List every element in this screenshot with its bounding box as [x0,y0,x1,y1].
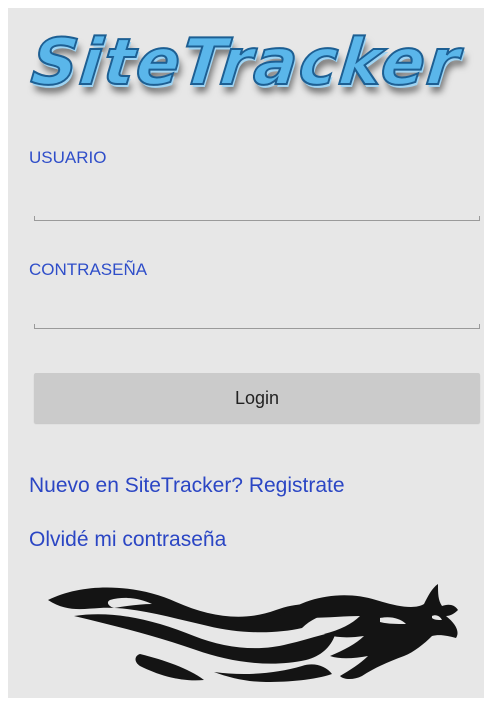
username-field-underline [34,216,480,221]
app-logo: SiteTracker [8,25,484,116]
forgot-password-link[interactable]: Olvidé mi contraseña [29,528,226,552]
password-field[interactable] [34,296,480,326]
login-button[interactable]: Login [34,373,480,423]
logo-text: SiteTracker [27,25,465,101]
password-field-underline [34,324,480,329]
tribal-wolf-icon [48,584,458,682]
register-link[interactable]: Nuevo en SiteTracker? Registrate [29,474,345,498]
username-label: USUARIO [29,148,107,167]
password-label: CONTRASEÑA [29,260,148,279]
login-screen: SiteTracker USUARIO CONTRASEÑA Login Nue… [8,8,484,698]
username-field[interactable] [34,188,480,218]
